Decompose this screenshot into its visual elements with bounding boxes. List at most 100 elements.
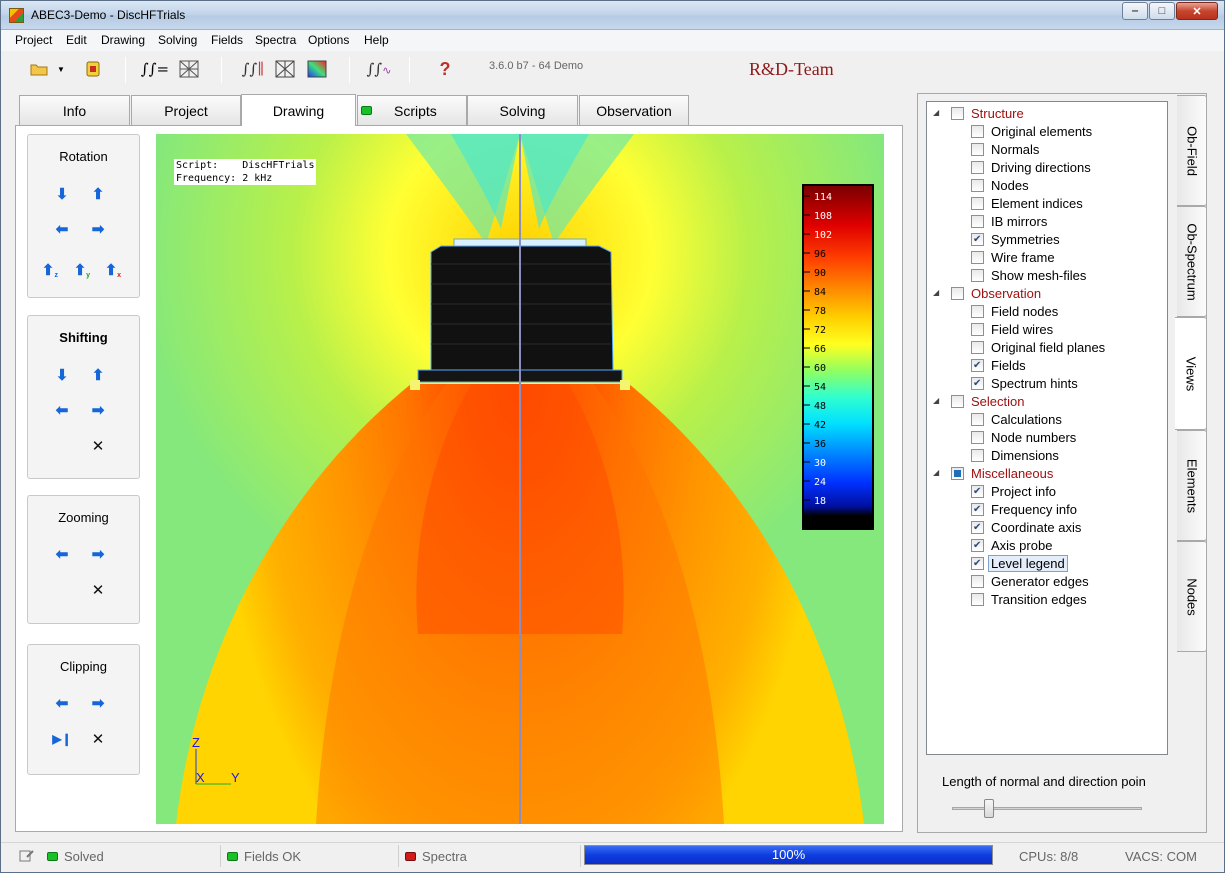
- shift-right-button[interactable]: ➡: [90, 402, 106, 419]
- tree-item-wire-frame[interactable]: Wire frame: [971, 248, 1055, 266]
- rotate-x-button[interactable]: ⬆ x: [103, 262, 121, 279]
- tab-observation[interactable]: Observation: [579, 95, 689, 125]
- tab-elements[interactable]: Elements: [1177, 430, 1207, 541]
- normal-length-slider[interactable]: [952, 807, 1142, 810]
- spectrum-button[interactable]: ∫∫∿: [367, 58, 392, 80]
- checkbox[interactable]: [971, 376, 984, 390]
- checkbox[interactable]: [971, 448, 984, 462]
- zoom-out-button[interactable]: ⬅: [54, 546, 70, 563]
- menu-spectra[interactable]: Spectra: [255, 33, 296, 47]
- checkbox[interactable]: [971, 484, 984, 498]
- tab-scripts[interactable]: Scripts: [357, 95, 467, 125]
- tree-item-level-legend[interactable]: Level legend: [971, 554, 1068, 572]
- tree-item-element-indices[interactable]: Element indices: [971, 194, 1083, 212]
- expander-icon[interactable]: ◢: [933, 288, 943, 298]
- expander-icon[interactable]: ◢: [933, 108, 943, 118]
- slider-thumb[interactable]: [984, 799, 994, 818]
- field-viewport[interactable]: 114 108 102 96 90 84 78 72 66 60 54 48 42 36 30 24 18 Z …: [156, 134, 884, 824]
- tab-ob-field[interactable]: Ob-Field: [1177, 95, 1207, 206]
- checkbox[interactable]: [971, 124, 984, 138]
- checkbox[interactable]: [971, 358, 984, 372]
- checkbox[interactable]: [971, 142, 984, 156]
- menu-project[interactable]: Project: [15, 33, 52, 47]
- tree-item-generator-edges[interactable]: Generator edges: [971, 572, 1089, 590]
- tab-views[interactable]: Views: [1175, 317, 1207, 430]
- shift-reset-button[interactable]: ✕: [90, 438, 106, 455]
- checkbox[interactable]: [971, 268, 984, 282]
- tree-item-ib-mirrors[interactable]: IB mirrors: [971, 212, 1047, 230]
- tree-item-symmetries[interactable]: Symmetries: [971, 230, 1060, 248]
- rotate-y-button[interactable]: ⬆ y: [72, 262, 90, 279]
- checkbox[interactable]: [951, 394, 964, 408]
- tree-group-selection[interactable]: ◢ Selection: [933, 392, 1024, 410]
- tree-group-structure[interactable]: ◢ Structure: [933, 104, 1024, 122]
- checkbox[interactable]: [971, 340, 984, 354]
- checkbox[interactable]: [951, 286, 964, 300]
- checkbox[interactable]: [971, 520, 984, 534]
- tab-nodes[interactable]: Nodes: [1177, 541, 1207, 652]
- rotate-left-button[interactable]: ⬅: [54, 221, 70, 238]
- menu-solving[interactable]: Solving: [158, 33, 197, 47]
- checkbox[interactable]: [971, 322, 984, 336]
- menu-edit[interactable]: Edit: [66, 33, 87, 47]
- menu-fields[interactable]: Fields: [211, 33, 243, 47]
- checkbox[interactable]: [971, 250, 984, 264]
- tree-item-node-numbers[interactable]: Node numbers: [971, 428, 1076, 446]
- checkbox[interactable]: [971, 430, 984, 444]
- tree-item-nodes[interactable]: Nodes: [971, 176, 1029, 194]
- tree-item-dimensions[interactable]: Dimensions: [971, 446, 1059, 464]
- zoom-in-button[interactable]: ➡: [90, 546, 106, 563]
- tree-item-field-nodes[interactable]: Field nodes: [971, 302, 1058, 320]
- open-button[interactable]: [27, 58, 51, 80]
- tree-group-observation[interactable]: ◢ Observation: [933, 284, 1041, 302]
- script-button[interactable]: ∫∫=: [141, 58, 169, 80]
- checkbox[interactable]: [971, 214, 984, 228]
- menu-drawing[interactable]: Drawing: [101, 33, 145, 47]
- tab-solving[interactable]: Solving: [467, 95, 578, 125]
- clip-right-button[interactable]: ➡: [90, 695, 106, 712]
- tree-item-field-wires[interactable]: Field wires: [971, 320, 1053, 338]
- wireframe-button[interactable]: [273, 58, 297, 80]
- tab-drawing[interactable]: Drawing: [241, 94, 356, 126]
- expander-icon[interactable]: ◢: [933, 396, 943, 406]
- tree-item-original-elements[interactable]: Original elements: [971, 122, 1092, 140]
- tab-ob-spectrum[interactable]: Ob-Spectrum: [1177, 206, 1207, 317]
- close-button[interactable]: ✕: [1176, 2, 1218, 20]
- shift-left-button[interactable]: ⬅: [54, 402, 70, 419]
- checkbox[interactable]: [971, 502, 984, 516]
- rotate-right-button[interactable]: ➡: [90, 221, 106, 238]
- tree-item-frequency-info[interactable]: Frequency info: [971, 500, 1077, 518]
- menu-help[interactable]: Help: [364, 33, 389, 47]
- checkbox[interactable]: [971, 178, 984, 192]
- rotate-z-button[interactable]: ⬆ z: [40, 262, 58, 279]
- zoom-reset-button[interactable]: ✕: [90, 582, 106, 599]
- checkbox[interactable]: [971, 232, 984, 246]
- open-dropdown-button[interactable]: ▼: [55, 58, 67, 80]
- tree-item-transition-edges[interactable]: Transition edges: [971, 590, 1087, 608]
- rotate-down-button[interactable]: ⬇: [54, 186, 70, 203]
- clip-left-button[interactable]: ⬅: [54, 695, 70, 712]
- mesh-button[interactable]: [177, 58, 201, 80]
- checkbox[interactable]: [971, 538, 984, 552]
- help-button[interactable]: ?: [433, 58, 457, 80]
- checkbox[interactable]: [971, 196, 984, 210]
- tree-item-project-info[interactable]: Project info: [971, 482, 1056, 500]
- tree-item-calculations[interactable]: Calculations: [971, 410, 1062, 428]
- checkbox[interactable]: [971, 304, 984, 318]
- tab-info[interactable]: Info: [19, 95, 130, 125]
- tree-item-show-mesh-files[interactable]: Show mesh-files: [971, 266, 1086, 284]
- clip-reset-button[interactable]: ✕: [90, 731, 106, 748]
- tree-item-fields[interactable]: Fields: [971, 356, 1026, 374]
- checkbox[interactable]: [951, 466, 964, 480]
- checkbox[interactable]: [971, 592, 984, 606]
- rotate-up-button[interactable]: ⬆: [90, 186, 106, 203]
- tree-item-coordinate-axis[interactable]: Coordinate axis: [971, 518, 1081, 536]
- checkbox[interactable]: [971, 412, 984, 426]
- checkbox[interactable]: [971, 556, 984, 570]
- tree-item-driving-directions[interactable]: Driving directions: [971, 158, 1091, 176]
- checkbox[interactable]: [971, 574, 984, 588]
- minimize-button[interactable]: ‒: [1122, 2, 1148, 20]
- tree-item-original-field-planes[interactable]: Original field planes: [971, 338, 1105, 356]
- checkbox[interactable]: [951, 106, 964, 120]
- expander-icon[interactable]: ◢: [933, 468, 943, 478]
